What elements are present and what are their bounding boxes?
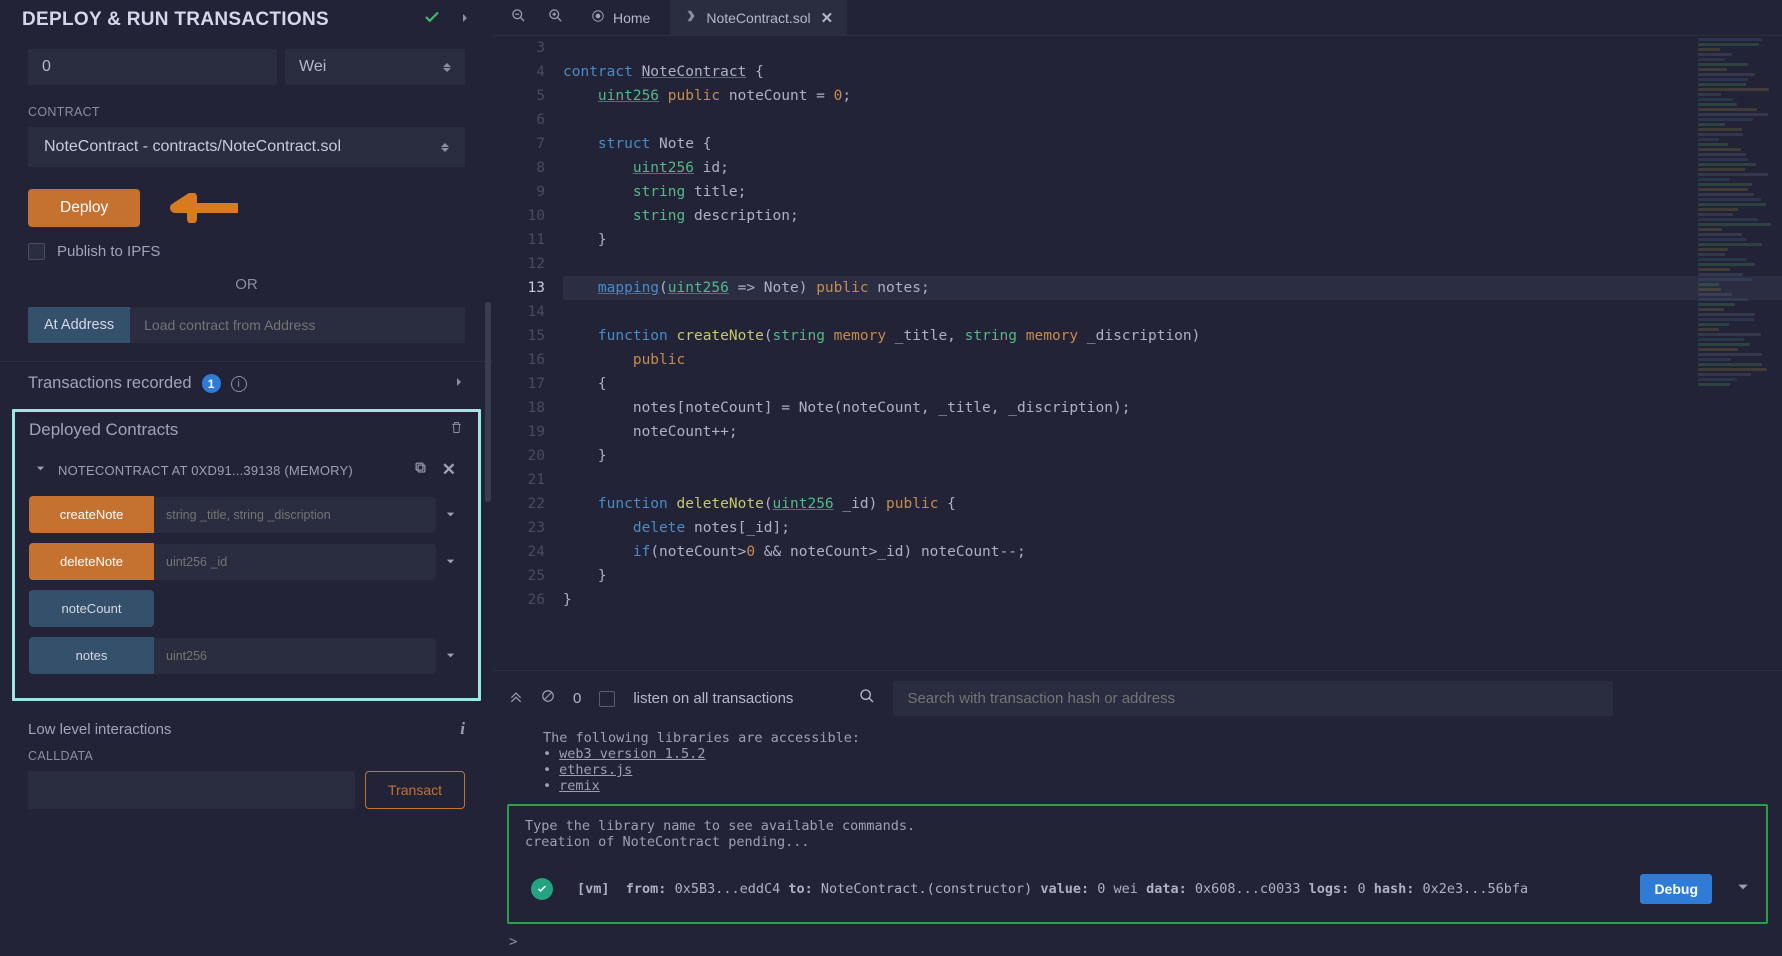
terminal-prompt[interactable]: > xyxy=(493,934,1782,956)
tx-count-badge: 1 xyxy=(202,374,221,393)
tab-home-label: Home xyxy=(613,10,650,26)
function-row: createNote xyxy=(29,496,464,533)
code-area[interactable]: contract NoteContract { uint256 public n… xyxy=(563,36,1782,670)
low-level-section: Low level interactions i CALLDATA Transa… xyxy=(0,709,493,819)
contract-instance-header[interactable]: NOTECONTRACT AT 0XD91...39138 (MEMORY) ✕ xyxy=(29,452,464,496)
code-editor[interactable]: 3456789101112131415161718192021222324252… xyxy=(493,36,1782,670)
solidity-icon xyxy=(684,9,698,26)
info-icon[interactable]: i xyxy=(231,376,247,392)
terminal-line: Type the library name to see available c… xyxy=(525,818,1750,834)
tab-home[interactable]: Home xyxy=(577,0,664,35)
tx-recorded-label: Transactions recorded xyxy=(28,374,192,393)
contract-label: CONTRACT xyxy=(28,105,465,119)
transactions-recorded-row[interactable]: Transactions recorded 1 i xyxy=(0,361,493,405)
main-area: Home NoteContract.sol ✕ 3456789101112131… xyxy=(493,0,1782,956)
panel-header: DEPLOY & RUN TRANSACTIONS xyxy=(0,0,493,45)
unit-select[interactable]: Wei xyxy=(285,49,465,85)
select-arrows-icon xyxy=(443,63,451,72)
function-button-noteCount[interactable]: noteCount xyxy=(29,590,154,627)
function-button-createNote[interactable]: createNote xyxy=(29,496,154,533)
publish-ipfs-label: Publish to IPFS xyxy=(57,243,160,260)
panel-title: DEPLOY & RUN TRANSACTIONS xyxy=(22,9,329,31)
deploy-panel: DEPLOY & RUN TRANSACTIONS Wei CONTRACT N… xyxy=(0,0,493,956)
terminal-line: creation of NoteContract pending... xyxy=(525,834,1750,850)
search-icon[interactable] xyxy=(859,688,875,709)
unit-label: Wei xyxy=(299,58,326,76)
terminal-line: The following libraries are accessible: xyxy=(543,730,1766,746)
info-icon[interactable]: i xyxy=(460,719,465,739)
pending-tx-count: 0 xyxy=(573,690,581,707)
debug-button[interactable]: Debug xyxy=(1640,874,1712,904)
tab-bar: Home NoteContract.sol ✕ xyxy=(493,0,1782,36)
calldata-label: CALLDATA xyxy=(28,749,465,763)
tab-file[interactable]: NoteContract.sol ✕ xyxy=(670,0,847,35)
tx-summary[interactable]: [vm] from: 0x5B3...eddC4 to: NoteContrac… xyxy=(577,881,1616,897)
chevron-right-icon[interactable] xyxy=(453,375,465,393)
terminal: 0 listen on all transactions The followi… xyxy=(493,670,1782,956)
collapse-terminal-icon[interactable] xyxy=(509,689,523,708)
remix-logo-icon xyxy=(591,9,605,26)
transact-button[interactable]: Transact xyxy=(365,771,465,809)
value-input[interactable] xyxy=(28,49,277,85)
function-button-notes[interactable]: notes xyxy=(29,637,154,674)
function-row: deleteNote xyxy=(29,543,464,580)
listen-label: listen on all transactions xyxy=(633,690,793,707)
deployed-contracts-highlight: Deployed Contracts NOTECONTRACT AT 0XD91… xyxy=(12,409,481,701)
function-input-createNote[interactable] xyxy=(154,497,436,533)
minimap[interactable] xyxy=(1692,36,1782,670)
deployed-contracts-title: Deployed Contracts xyxy=(29,420,178,440)
at-address-input[interactable] xyxy=(130,307,465,343)
function-input-notes[interactable] xyxy=(154,638,436,674)
contract-selected: NoteContract - contracts/NoteContract.so… xyxy=(44,138,341,156)
clear-terminal-icon[interactable] xyxy=(541,689,555,708)
function-input-deleteNote[interactable] xyxy=(154,544,436,580)
chevron-down-icon[interactable] xyxy=(1736,880,1750,898)
terminal-lib-item: ethers.js xyxy=(543,762,1766,778)
terminal-body: The following libraries are accessible: … xyxy=(493,726,1782,800)
trash-icon[interactable] xyxy=(449,420,464,440)
select-arrows-icon xyxy=(441,143,449,152)
or-label: OR xyxy=(28,276,465,293)
zoom-in-icon[interactable] xyxy=(540,8,571,28)
instance-name: NOTECONTRACT AT 0XD91...39138 (MEMORY) xyxy=(58,463,401,478)
deploy-button[interactable]: Deploy xyxy=(28,189,140,227)
compile-success-icon[interactable] xyxy=(423,8,441,31)
tx-success-box: Type the library name to see available c… xyxy=(507,804,1768,924)
publish-ipfs-checkbox[interactable] xyxy=(28,243,45,260)
tab-close-icon[interactable]: ✕ xyxy=(821,9,834,27)
collapse-panel-icon[interactable] xyxy=(459,11,471,29)
scrollbar[interactable] xyxy=(485,302,491,502)
chevron-down-icon[interactable] xyxy=(436,650,464,661)
terminal-lib-item: remix xyxy=(543,778,1766,794)
copy-icon[interactable] xyxy=(413,460,428,480)
success-check-icon xyxy=(531,878,553,900)
terminal-toolbar: 0 listen on all transactions xyxy=(493,671,1782,726)
contract-select[interactable]: NoteContract - contracts/NoteContract.so… xyxy=(28,127,465,167)
close-icon[interactable]: ✕ xyxy=(440,460,458,480)
function-button-deleteNote[interactable]: deleteNote xyxy=(29,543,154,580)
calldata-input[interactable] xyxy=(28,771,355,809)
zoom-out-icon[interactable] xyxy=(503,8,534,28)
chevron-down-icon[interactable] xyxy=(436,556,464,567)
arrow-annotation-icon xyxy=(170,193,230,223)
listen-checkbox[interactable] xyxy=(599,691,615,707)
function-row: noteCount xyxy=(29,590,464,627)
at-address-button[interactable]: At Address xyxy=(28,307,130,343)
chevron-down-icon[interactable] xyxy=(35,461,46,479)
function-row: notes xyxy=(29,637,464,674)
tab-file-label: NoteContract.sol xyxy=(706,10,810,26)
terminal-search-input[interactable] xyxy=(893,681,1613,716)
chevron-down-icon[interactable] xyxy=(436,509,464,520)
line-gutter: 3456789101112131415161718192021222324252… xyxy=(493,36,563,670)
low-level-title: Low level interactions xyxy=(28,721,171,738)
terminal-lib-item: web3 version 1.5.2 xyxy=(543,746,1766,762)
